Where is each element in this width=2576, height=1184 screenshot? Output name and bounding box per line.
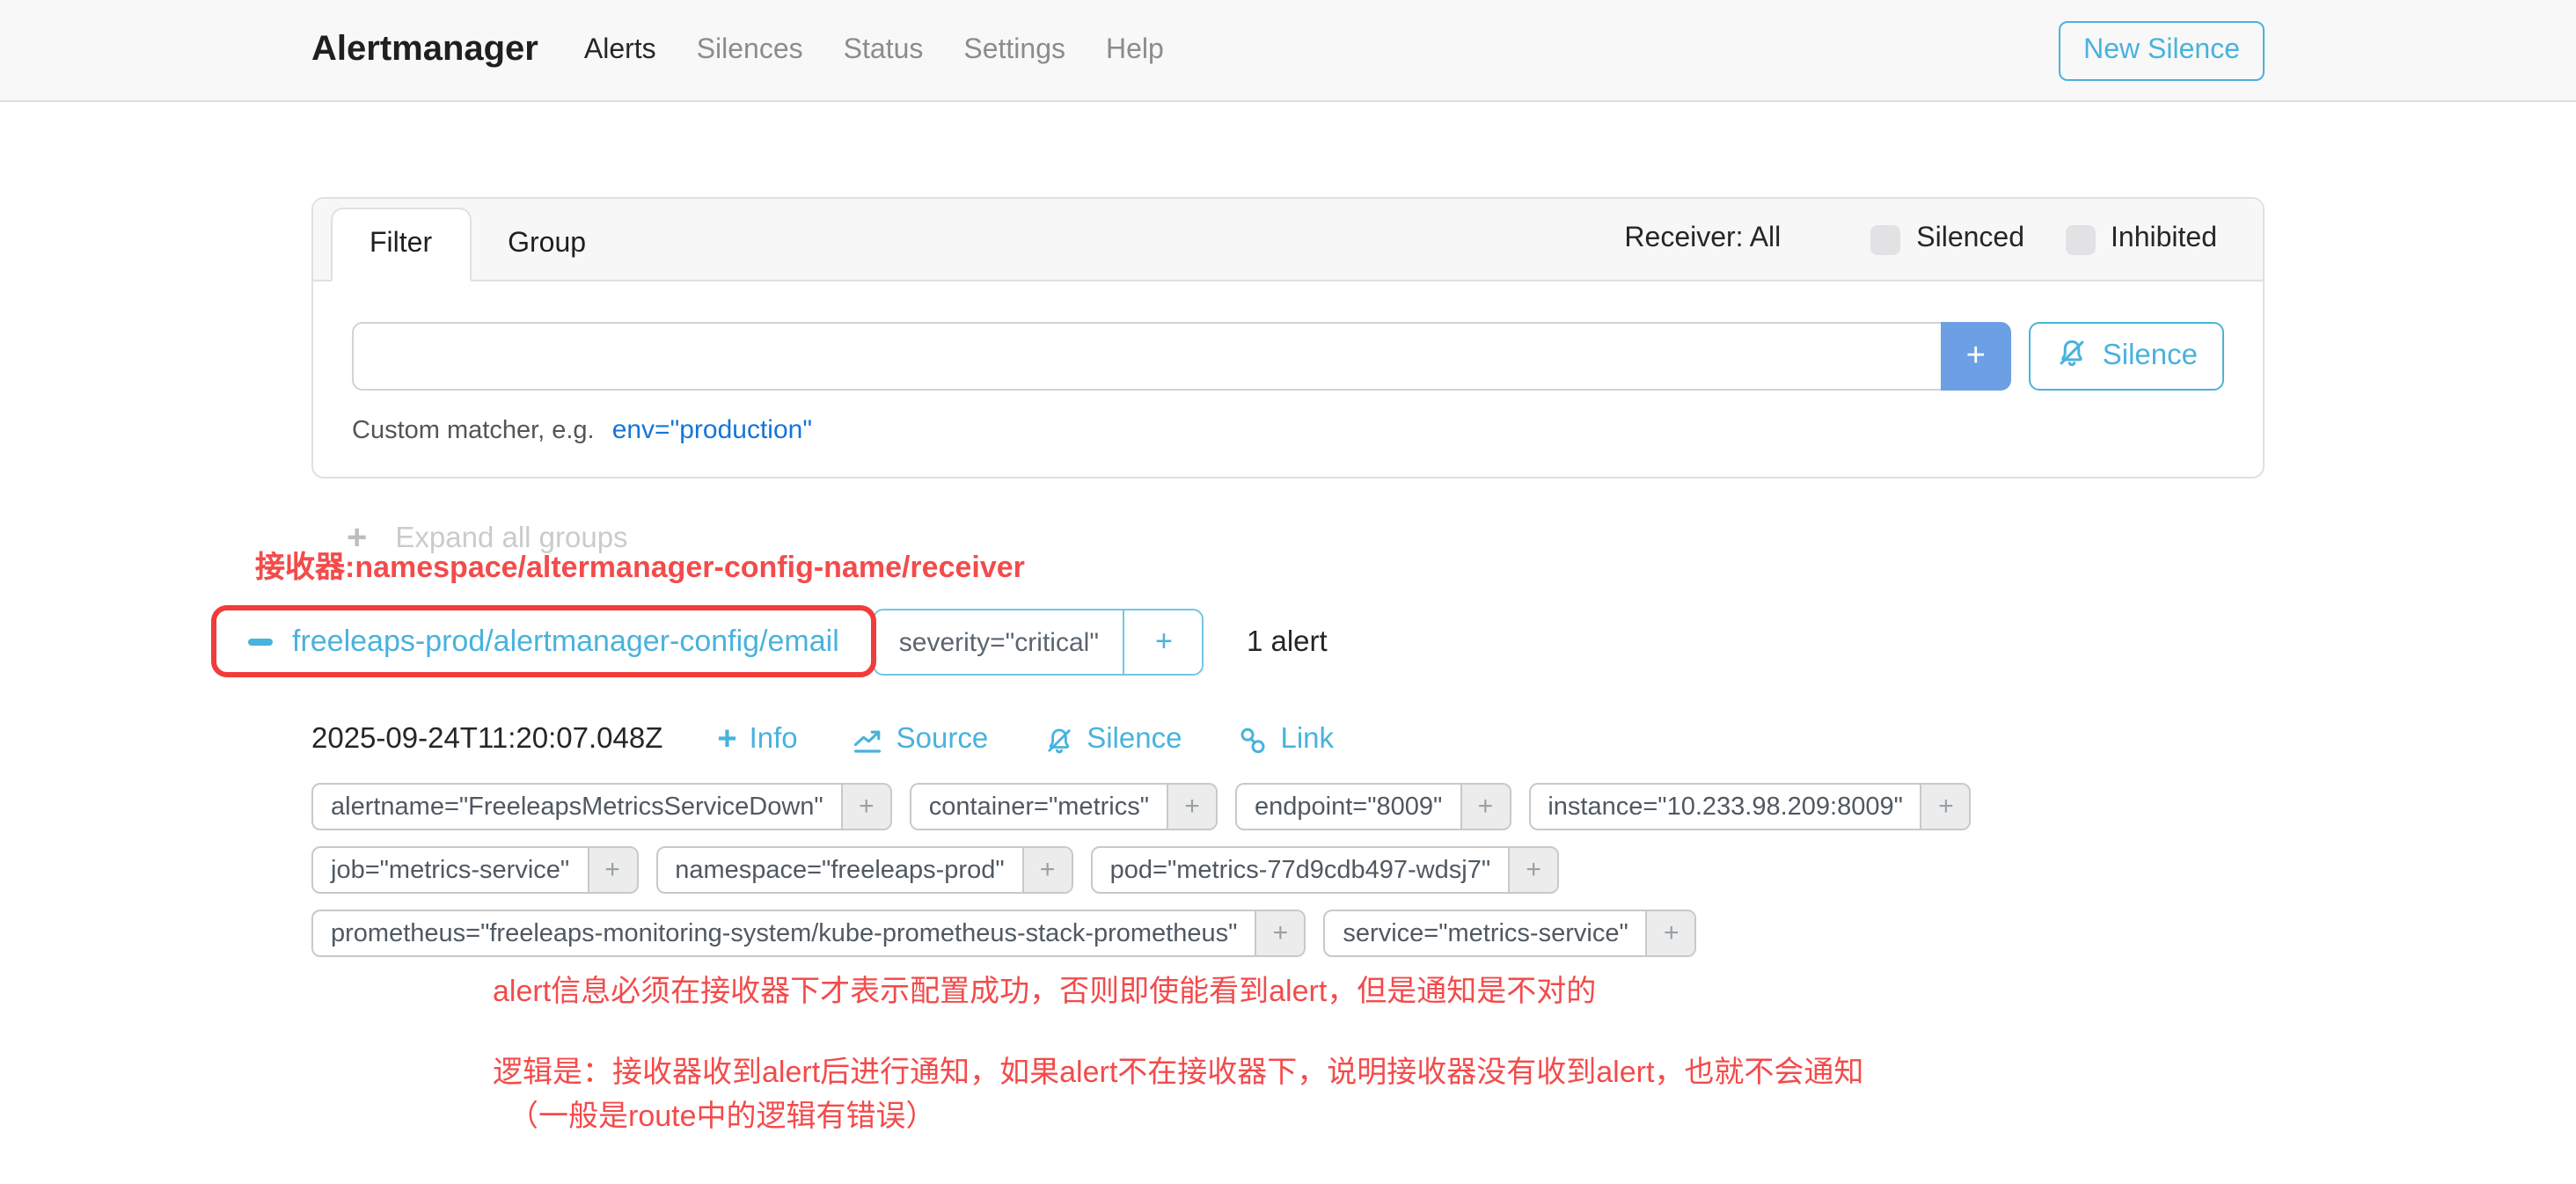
alert-labels: alertname="FreeleapsMetricsServiceDown" … [311, 783, 2265, 957]
alert-label-text[interactable]: job="metrics-service" [313, 848, 587, 892]
source-button-label: Source [896, 723, 989, 756]
alert-label-job: job="metrics-service" + [311, 846, 638, 894]
label-add-filter-button[interactable]: + [1255, 911, 1304, 955]
add-matcher-button[interactable]: + [1941, 322, 2011, 391]
alert-header-row: 2025-09-24T11:20:07.048Z + Info Source [311, 723, 2265, 756]
nav-item-alerts[interactable]: Alerts [584, 34, 656, 66]
alert-label-text[interactable]: instance="10.233.98.209:8009" [1530, 785, 1921, 829]
info-button-label: Info [750, 723, 798, 756]
group-matcher-label[interactable]: severity="critical" [875, 610, 1123, 674]
silence-alert-button-label: Silence [1087, 723, 1182, 756]
minus-icon [248, 639, 273, 646]
tab-filter[interactable]: Filter [331, 208, 471, 281]
alert-label-service: service="metrics-service" + [1323, 910, 1696, 957]
alert-label-text[interactable]: namespace="freeleaps-prod" [657, 848, 1021, 892]
brand-link[interactable]: Alertmanager [311, 30, 538, 70]
filter-panel-body: + Silence Custom matcher, e.g. [313, 281, 2263, 477]
receiver-group-button[interactable]: freeleaps-prod/alertmanager-config/email [248, 625, 839, 660]
bell-slash-icon [1043, 724, 1074, 756]
silence-alert-button[interactable]: Silence [1043, 723, 1182, 756]
receiver-filter-dropdown[interactable]: Receiver: All [1624, 223, 1781, 255]
nav-item-status[interactable]: Status [844, 34, 924, 66]
alert-label-prometheus: prometheus="freeleaps-monitoring-system/… [311, 910, 1306, 957]
alert-label-text[interactable]: service="metrics-service" [1325, 911, 1645, 955]
silenced-checkbox[interactable] [1870, 224, 1900, 254]
bell-slash-icon [2055, 335, 2089, 377]
matcher-example-link[interactable]: env="production" [612, 415, 812, 445]
source-button[interactable]: Source [853, 723, 989, 756]
logic-annotation-note-2: （一般是route中的逻辑有错误） [509, 1096, 2265, 1138]
logic-annotation-note: 逻辑是：接收器收到alert后进行通知，如果alert不在接收器下，说明接收器没… [493, 1052, 2265, 1094]
link-icon [1236, 724, 1268, 756]
new-silence-button[interactable]: New Silence [2059, 20, 2265, 80]
tab-group[interactable]: Group [471, 209, 623, 280]
alert-label-text[interactable]: alertname="FreeleapsMetricsServiceDown" [313, 785, 841, 829]
alert-count: 1 alert [1247, 625, 1328, 659]
silence-filter-button-label: Silence [2103, 340, 2198, 373]
nav-item-silences[interactable]: Silences [697, 34, 803, 66]
alert-label-text[interactable]: pod="metrics-77d9cdb497-wdsj7" [1093, 848, 1508, 892]
group-matcher-add-button[interactable]: + [1123, 610, 1203, 674]
nav-item-help[interactable]: Help [1106, 34, 1164, 66]
nav-item-settings[interactable]: Settings [963, 34, 1065, 66]
alert-label-text[interactable]: endpoint="8009" [1237, 785, 1460, 829]
link-button-label: Link [1280, 723, 1334, 756]
alert-label-container: container="metrics" + [910, 783, 1218, 830]
filter-panel: Filter Group Receiver: All Silenced Inhi… [311, 197, 2265, 479]
alert-label-namespace: namespace="freeleaps-prod" + [655, 846, 1072, 894]
alert-label-text[interactable]: prometheus="freeleaps-monitoring-system/… [313, 911, 1255, 955]
matcher-input[interactable] [352, 322, 1941, 391]
chart-line-icon [853, 724, 884, 756]
alert-label-text[interactable]: container="metrics" [911, 785, 1167, 829]
alert-timestamp: 2025-09-24T11:20:07.048Z [311, 723, 662, 756]
label-add-filter-button[interactable]: + [1460, 785, 1509, 829]
link-button[interactable]: Link [1236, 723, 1334, 756]
alertmanager-page: Alertmanager Alerts Silences Status Sett… [0, 0, 2576, 1184]
label-add-filter-button[interactable]: + [1167, 785, 1216, 829]
info-button[interactable]: + Info [717, 723, 797, 756]
label-add-filter-button[interactable]: + [1921, 785, 1970, 829]
filter-panel-header: Filter Group Receiver: All Silenced Inhi… [313, 199, 2263, 281]
label-add-filter-button[interactable]: + [587, 848, 636, 892]
inhibited-checkbox[interactable] [2065, 224, 2095, 254]
alert-label-endpoint: endpoint="8009" + [1235, 783, 1511, 830]
label-add-filter-button[interactable]: + [1508, 848, 1557, 892]
inhibited-checkbox-label: Inhibited [2111, 223, 2217, 255]
alert-label-alertname: alertname="FreeleapsMetricsServiceDown" … [311, 783, 892, 830]
alert-label-pod: pod="metrics-77d9cdb497-wdsj7" + [1091, 846, 1559, 894]
group-matcher-chip: severity="critical" + [873, 609, 1204, 676]
custom-matcher-hint-text: Custom matcher, e.g. [352, 417, 595, 445]
alert-annotation-note: alert信息必须在接收器下才表示配置成功，否则即使能看到alert，但是通知是… [493, 971, 2265, 1013]
label-add-filter-button[interactable]: + [1022, 848, 1072, 892]
receiver-annotation-note: 接收器:namespace/altermanager-config-name/r… [255, 542, 2265, 586]
alert-label-instance: instance="10.233.98.209:8009" + [1528, 783, 1972, 830]
plus-icon: + [717, 723, 736, 756]
alert-group-row: freeleaps-prod/alertmanager-config/email… [311, 607, 2265, 677]
receiver-group-label: freeleaps-prod/alertmanager-config/email [292, 625, 839, 660]
custom-matcher-hint: Custom matcher, e.g. env="production" [352, 415, 2224, 445]
label-add-filter-button[interactable]: + [841, 785, 890, 829]
label-add-filter-button[interactable]: + [1646, 911, 1695, 955]
silence-filter-button[interactable]: Silence [2029, 322, 2224, 391]
silenced-checkbox-label: Silenced [1916, 223, 2024, 255]
top-navbar: Alertmanager Alerts Silences Status Sett… [0, 0, 2576, 102]
